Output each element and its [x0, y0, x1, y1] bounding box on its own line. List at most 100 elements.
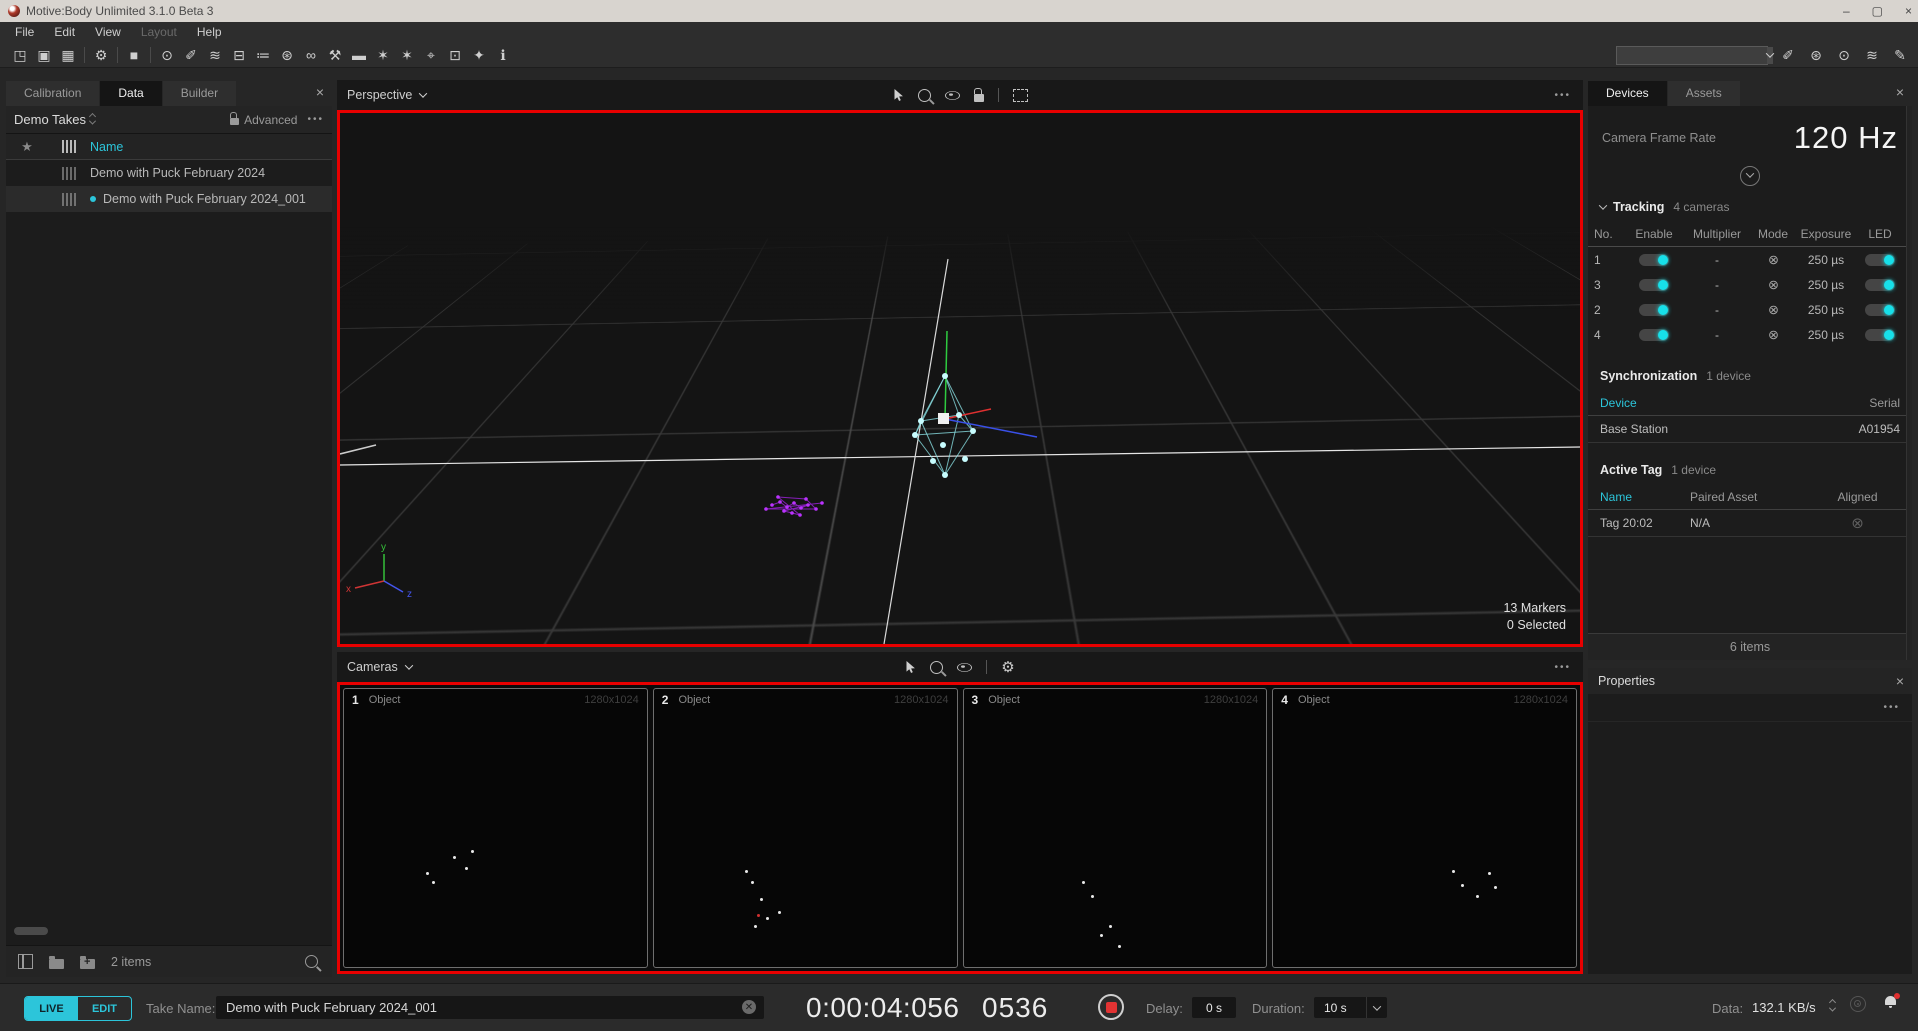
takes-switch-icon[interactable]	[90, 114, 95, 125]
database-icon[interactable]: ≋	[1860, 45, 1884, 65]
visibility-icon[interactable]	[957, 663, 972, 672]
menu-edit[interactable]: Edit	[45, 23, 84, 41]
led-toggle[interactable]	[1865, 279, 1895, 291]
zoom-icon[interactable]	[930, 661, 943, 674]
data-rate-spinner[interactable]	[1830, 1000, 1835, 1012]
layout-combobox[interactable]	[1616, 46, 1768, 65]
save-as-icon[interactable]: ▦	[56, 45, 80, 65]
stripes-column-icon[interactable]	[48, 140, 90, 153]
rigid-body-icon[interactable]: ⊛	[275, 45, 299, 65]
markerset-1-icon[interactable]: ✶	[371, 45, 395, 65]
takes-title[interactable]: Demo Takes	[14, 112, 86, 127]
edit-tools-icon[interactable]: ⚒	[323, 45, 347, 65]
frame-rate-value[interactable]: 120 Hz	[1794, 120, 1898, 156]
camera-settings-icon[interactable]: ≔	[251, 45, 275, 65]
camera-view-3[interactable]: 3 Object 1280x1024	[963, 688, 1268, 968]
camera-view-2[interactable]: 2 Object 1280x1024	[653, 688, 958, 968]
mode-icon[interactable]: ⊕	[1763, 275, 1782, 294]
camera-row[interactable]: 4 -⊕ 250 µs	[1588, 322, 1912, 347]
camera-settings-gear-icon[interactable]: ⚙	[1001, 658, 1014, 676]
led-toggle[interactable]	[1865, 254, 1895, 266]
serial-column-header[interactable]: Serial	[1869, 396, 1900, 410]
expand-settings-button[interactable]	[1740, 166, 1760, 186]
tab-data[interactable]: Data	[100, 81, 161, 106]
led-toggle[interactable]	[1865, 329, 1895, 341]
maximize-button[interactable]: ▢	[1872, 4, 1883, 18]
camera-view-1[interactable]: 1 Object 1280x1024	[343, 688, 648, 968]
record-button[interactable]	[1098, 994, 1124, 1020]
calibration-wand-icon[interactable]: ✐	[179, 45, 203, 65]
flare-icon[interactable]: ✦	[467, 45, 491, 65]
perspective-viewport[interactable]: y x z 13 Markers 0 Selected	[337, 110, 1583, 647]
live-button[interactable]: LIVE	[25, 997, 78, 1020]
camera-capture-icon[interactable]: ⊙	[1832, 45, 1856, 65]
edit-layout-icon[interactable]: ✎	[1888, 45, 1912, 65]
horizontal-scrollbar[interactable]	[14, 927, 48, 935]
reset-layout-icon[interactable]: ■	[122, 45, 146, 65]
vertical-scrollbar[interactable]	[1906, 106, 1912, 660]
folder-icon[interactable]	[49, 959, 64, 969]
mode-icon[interactable]: ⊕	[1763, 325, 1782, 344]
led-toggle[interactable]	[1865, 304, 1895, 316]
tab-assets[interactable]: Assets	[1668, 81, 1740, 106]
take-row-current[interactable]: Demo with Puck February 2024_001	[6, 186, 332, 212]
tab-devices[interactable]: Devices	[1588, 81, 1667, 106]
tag-row[interactable]: Tag 20:02 N/A ⊗	[1588, 510, 1912, 537]
lock-view-icon[interactable]	[974, 94, 984, 102]
clear-take-name-icon[interactable]: ✕	[742, 1000, 756, 1014]
close-left-panel-icon[interactable]: ×	[316, 84, 324, 100]
name-column-header[interactable]: Name	[90, 140, 332, 154]
camera-row[interactable]: 3 -⊕ 250 µs	[1588, 272, 1912, 297]
graph-view-icon[interactable]: ⊛	[1804, 45, 1828, 65]
cameras-menu-button[interactable]: •••	[1554, 662, 1571, 673]
camera-view-4[interactable]: 4 Object 1280x1024	[1272, 688, 1577, 968]
duration-input[interactable]: 10 s	[1314, 997, 1366, 1018]
zoom-icon[interactable]	[918, 89, 931, 102]
tracking-section-header[interactable]: Tracking 4 cameras	[1588, 188, 1912, 222]
take-row[interactable]: Demo with Puck February 2024	[6, 160, 332, 186]
save-take-icon[interactable]: ▣	[32, 45, 56, 65]
search-icon[interactable]	[305, 955, 318, 968]
edit-wand-icon[interactable]: ✐	[1776, 45, 1800, 65]
duration-dropdown-icon[interactable]	[1366, 997, 1387, 1018]
close-button[interactable]: ×	[1905, 4, 1912, 18]
markerset-2-icon[interactable]: ✶	[395, 45, 419, 65]
advanced-toggle[interactable]: Advanced	[244, 113, 297, 127]
perspective-menu-button[interactable]: •••	[1554, 90, 1571, 101]
edit-button[interactable]: EDIT	[78, 997, 131, 1020]
menu-file[interactable]: File	[6, 23, 43, 41]
menu-help[interactable]: Help	[188, 23, 231, 41]
takes-menu-button[interactable]: •••	[307, 114, 324, 125]
camera-calibration-icon[interactable]: ⊙	[155, 45, 179, 65]
open-take-icon[interactable]: ◳	[8, 45, 32, 65]
star-column-icon[interactable]: ★	[6, 139, 48, 155]
visibility-icon[interactable]	[945, 91, 960, 100]
settings-gear-icon[interactable]: ⚙	[89, 45, 113, 65]
enable-toggle[interactable]	[1639, 254, 1669, 266]
tab-calibration[interactable]: Calibration	[6, 81, 99, 106]
live-edit-toggle[interactable]: LIVE EDIT	[24, 996, 132, 1021]
enable-toggle[interactable]	[1639, 279, 1669, 291]
camera-row[interactable]: 1 -⊕ 250 µs	[1588, 247, 1912, 272]
link-icon[interactable]: ∞	[299, 45, 323, 65]
menu-view[interactable]: View	[86, 23, 130, 41]
selection-rect-icon[interactable]	[1013, 89, 1028, 102]
info-icon[interactable]: ℹ	[491, 45, 515, 65]
minimize-button[interactable]: –	[1843, 4, 1850, 18]
clear-mask-icon[interactable]: ⊟	[227, 45, 251, 65]
close-devices-panel-icon[interactable]: ×	[1896, 84, 1904, 100]
enable-toggle[interactable]	[1639, 329, 1669, 341]
take-name-input[interactable]	[216, 996, 764, 1019]
notifications-bell-icon[interactable]	[1884, 995, 1898, 1009]
new-folder-icon[interactable]	[80, 959, 95, 969]
frame-badge-icon[interactable]: ⊡	[443, 45, 467, 65]
properties-menu-button[interactable]: •••	[1883, 702, 1900, 713]
mode-icon[interactable]: ⊕	[1763, 300, 1782, 319]
close-properties-icon[interactable]: ×	[1896, 673, 1904, 689]
layout-combobox-input[interactable]	[1617, 47, 1767, 64]
enable-toggle[interactable]	[1639, 304, 1669, 316]
sync-device-row[interactable]: Base Station A01954	[1588, 416, 1912, 443]
device-column-header[interactable]: Device	[1600, 396, 1637, 410]
not-aligned-icon[interactable]: ⊗	[1815, 514, 1900, 532]
panes-toggle-icon[interactable]	[18, 954, 33, 969]
